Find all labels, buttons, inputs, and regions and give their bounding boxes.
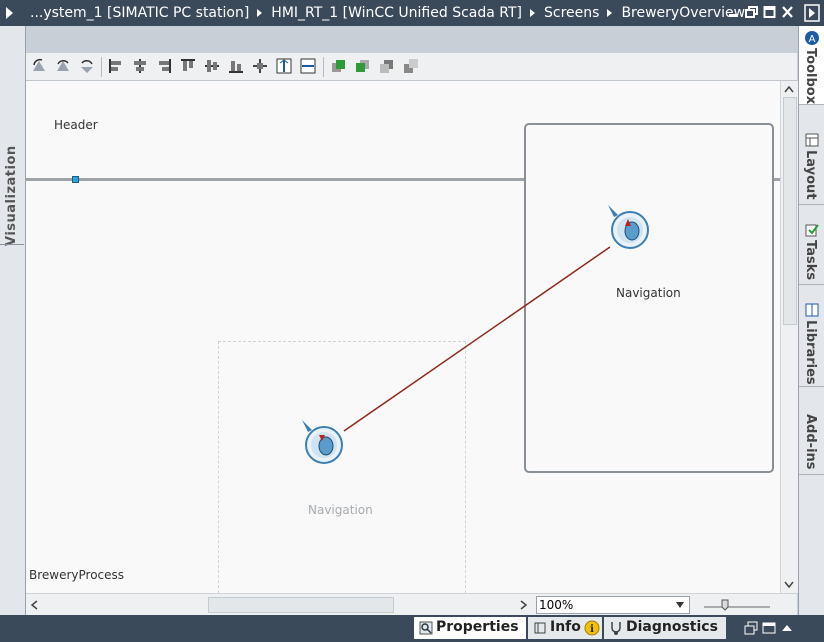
- distribute-icon[interactable]: [251, 57, 269, 75]
- tab-label: Libraries: [803, 320, 818, 385]
- horizontal-scroll-thumb[interactable]: [208, 597, 394, 613]
- tab-label: Toolbox: [803, 48, 818, 105]
- close-icon[interactable]: [781, 5, 794, 19]
- editor-toolbar: [26, 53, 797, 81]
- align-middle-icon[interactable]: [203, 57, 221, 75]
- scroll-right-icon[interactable]: [520, 600, 528, 610]
- mouse-event-icon[interactable]: [606, 203, 654, 251]
- svg-text:A: A: [809, 34, 816, 45]
- tab-toolbox[interactable]: A Toolbox: [799, 26, 824, 105]
- float-panel-icon[interactable]: [744, 621, 758, 635]
- tab-info[interactable]: Info i: [528, 617, 602, 639]
- bring-forward-icon[interactable]: [354, 57, 372, 75]
- tab-label: Layout: [803, 150, 818, 200]
- connector-layer: [343, 246, 611, 432]
- restore-icon[interactable]: [745, 5, 758, 19]
- layout-icon: [805, 133, 819, 147]
- properties-icon: [419, 621, 433, 635]
- toolbox-icon: A: [805, 31, 819, 45]
- diagnostics-icon: [611, 622, 621, 635]
- align-top-icon[interactable]: [179, 57, 197, 75]
- align-right-icon[interactable]: [155, 57, 173, 75]
- align-left-icon[interactable]: [107, 57, 125, 75]
- minimize-icon[interactable]: [727, 5, 740, 19]
- task-cards-panel: A Toolbox Layout Tasks Libraries Add-ins: [798, 26, 824, 615]
- scroll-left-icon[interactable]: [30, 600, 38, 610]
- svg-text:i: i: [590, 624, 594, 635]
- footer-label: BreweryProcess: [29, 568, 125, 582]
- zoom-value: 100%: [539, 598, 574, 612]
- align-center-icon[interactable]: [131, 57, 149, 75]
- connector-line: [343, 246, 611, 432]
- horizontal-bar: 100%: [26, 593, 797, 616]
- rotate-left-icon[interactable]: [54, 57, 72, 75]
- visualization-panel[interactable]: Visualization: [0, 26, 26, 615]
- toolbar-separator: [323, 57, 324, 77]
- tasks-icon: [805, 224, 819, 237]
- align-bottom-icon[interactable]: [227, 57, 245, 75]
- vertical-scrollbar[interactable]: [780, 81, 798, 593]
- mouse-event-icon[interactable]: [300, 418, 348, 466]
- bring-front-icon[interactable]: [330, 57, 348, 75]
- tab-diagnostics[interactable]: Diagnostics: [604, 617, 726, 639]
- libraries-icon: [805, 303, 819, 317]
- breadcrumb-separator-icon: [257, 9, 263, 17]
- tab-add-ins[interactable]: Add-ins: [799, 408, 824, 475]
- title-bar: ...ystem_1 [SIMATIC PC station] HMI_RT_1…: [0, 0, 824, 26]
- breadcrumb: ...ystem_1 [SIMATIC PC station] HMI_RT_1…: [30, 4, 745, 22]
- scroll-up-icon[interactable]: [784, 85, 794, 93]
- info-tab-icon: [534, 622, 546, 634]
- zoom-slider[interactable]: [702, 597, 772, 613]
- tab-tasks[interactable]: Tasks: [799, 218, 824, 285]
- collapse-left-arrow-icon[interactable]: [6, 7, 13, 19]
- tab-label: Diagnostics: [626, 619, 718, 635]
- breadcrumb-separator-icon: [607, 9, 613, 17]
- tab-label: Tasks: [803, 240, 818, 281]
- breadcrumb-item-screens[interactable]: Screens: [544, 5, 599, 21]
- inspector-tab-bar: Properties Info i Diagnostics: [0, 615, 824, 642]
- vertical-scroll-thumb[interactable]: [783, 97, 797, 325]
- breadcrumb-item-hmi[interactable]: HMI_RT_1 [WinCC Unified Scada RT]: [271, 5, 522, 21]
- send-back-icon[interactable]: [402, 57, 420, 75]
- tab-properties[interactable]: Properties: [414, 617, 526, 639]
- tab-label: Add-ins: [803, 414, 818, 470]
- visualization-tab-label[interactable]: Visualization: [4, 126, 22, 266]
- rotate-right-icon[interactable]: [78, 57, 96, 75]
- collapse-right-icon[interactable]: [804, 4, 820, 22]
- chevron-down-icon[interactable]: [675, 601, 685, 609]
- maximize-icon[interactable]: [763, 5, 776, 19]
- tab-layout[interactable]: Layout: [799, 128, 824, 205]
- toolbar-separator: [101, 57, 102, 77]
- zoom-select[interactable]: 100%: [536, 596, 690, 614]
- rotate-icon[interactable]: [30, 57, 48, 75]
- divider: [0, 244, 24, 245]
- tab-label: Info: [550, 619, 581, 635]
- send-backward-icon[interactable]: [378, 57, 396, 75]
- same-height-icon[interactable]: [275, 57, 293, 75]
- expand-up-icon[interactable]: [780, 621, 794, 635]
- dock-panel-icon[interactable]: [762, 621, 776, 635]
- scroll-down-icon[interactable]: [784, 581, 794, 589]
- tab-label: Properties: [436, 619, 519, 635]
- same-width-icon[interactable]: [299, 57, 317, 75]
- breadcrumb-item-station[interactable]: ...ystem_1 [SIMATIC PC station]: [30, 5, 249, 21]
- breadcrumb-separator-icon: [530, 9, 535, 17]
- tab-libraries[interactable]: Libraries: [799, 298, 824, 387]
- screen-canvas[interactable]: Header Navigation Navigation BreweryProc…: [26, 81, 780, 593]
- info-icon: i: [584, 620, 600, 636]
